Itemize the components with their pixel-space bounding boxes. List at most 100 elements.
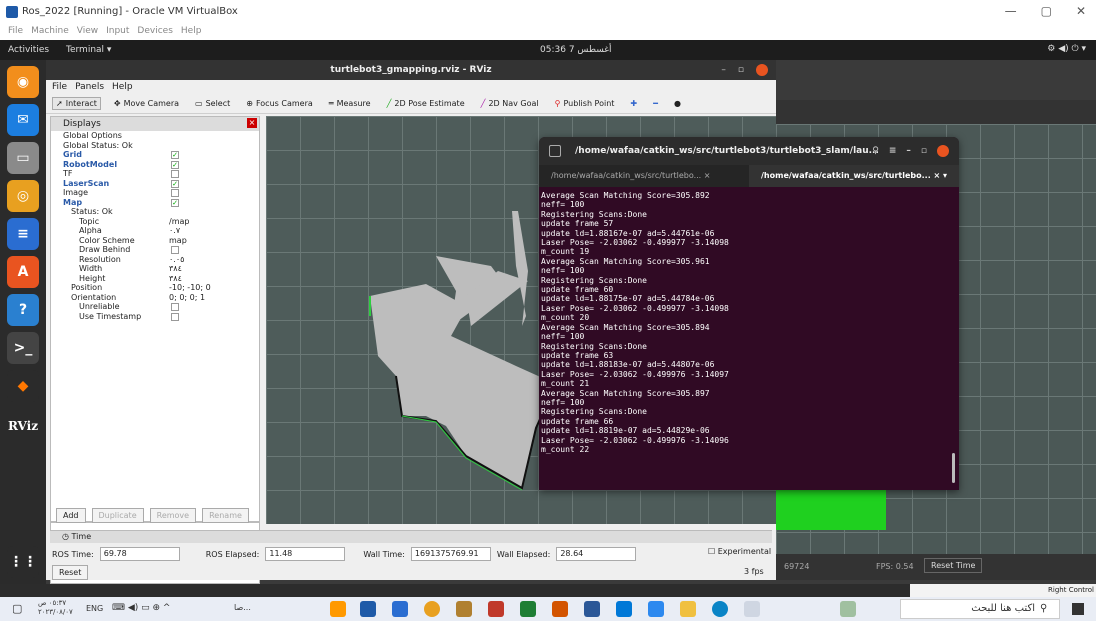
display-tree-row[interactable]: RobotModel ✓ [51, 160, 259, 170]
publish-point-tool[interactable]: ⚲ Publish Point [552, 98, 618, 109]
display-enable-checkbox[interactable] [171, 170, 179, 178]
ubuntu-clock[interactable]: 05:36 أغسطس 7 [540, 45, 612, 55]
display-enable-checkbox[interactable]: ✓ [171, 179, 179, 188]
tabs-dropdown-icon[interactable]: ▾ [943, 171, 947, 180]
display-tree-value[interactable]: ٠.٧ [169, 226, 180, 236]
remove-display-button[interactable]: Remove [149, 508, 197, 523]
rviz-minimize-button[interactable]: – [721, 60, 726, 80]
menu-input[interactable]: Input [106, 26, 129, 40]
rviz-menu-file[interactable]: File [52, 80, 67, 94]
windows-start-icon[interactable] [1072, 603, 1084, 615]
display-enable-checkbox[interactable]: ✓ [171, 151, 179, 159]
ros-time-field[interactable]: 69.78 [99, 547, 180, 561]
display-tree-row[interactable]: Image [51, 188, 259, 198]
ros-elapsed-field[interactable]: 11.48 [265, 547, 346, 561]
taskbar-app-5[interactable] [456, 601, 472, 617]
language-indicator[interactable]: ENG [86, 604, 103, 613]
show-apps-icon[interactable]: ⋮⋮ [7, 546, 39, 578]
terminal-scrollbar[interactable] [952, 453, 955, 483]
taskbar-search-input[interactable]: اكتب هنا للبحث [900, 599, 1060, 619]
display-tree-row[interactable]: Unreliable [51, 302, 259, 312]
firefox-icon[interactable]: ◉ [7, 66, 39, 98]
add-display-button[interactable]: Add [56, 508, 86, 523]
interact-tool[interactable]: ➚ Interact [52, 97, 101, 110]
display-enable-checkbox[interactable]: ✓ [171, 198, 179, 207]
minimize-button[interactable]: — [1005, 4, 1017, 18]
menu-file[interactable]: File [8, 26, 23, 40]
display-tree-value[interactable]: /map [169, 217, 189, 227]
experimental-checkbox[interactable]: ☐ Experimental [708, 547, 771, 556]
menu-help[interactable]: Help [181, 26, 202, 40]
display-tree-row[interactable]: LaserScan ✓ [51, 179, 259, 189]
terminal-search-icon[interactable]: ⚲ [872, 137, 879, 165]
display-tree-row[interactable]: Map ✓ [51, 198, 259, 208]
display-enable-checkbox[interactable] [171, 303, 179, 311]
menu-view[interactable]: View [77, 26, 98, 40]
duplicate-display-button[interactable]: Duplicate [91, 508, 144, 523]
display-tree-row[interactable]: Resolution ٠.٠٥ [51, 255, 259, 265]
new-tab-icon[interactable] [549, 145, 561, 157]
terminal-app-menu[interactable]: Terminal ▾ [66, 45, 111, 55]
display-tree-value[interactable]: ٠.٠٥ [169, 255, 184, 265]
display-enable-checkbox[interactable] [171, 312, 179, 321]
weather-widget[interactable]: صا... [234, 603, 251, 612]
select-tool[interactable]: ▭ Select [192, 98, 233, 109]
add-tool-button[interactable]: ✚ [627, 98, 640, 109]
tab-1-close-icon[interactable]: × [704, 171, 711, 180]
rviz-icon[interactable]: RViz [7, 410, 39, 442]
tool-properties-button[interactable]: ● [671, 98, 684, 109]
taskbar-app-1[interactable] [330, 601, 346, 617]
taskbar-word-icon[interactable] [584, 601, 600, 617]
terminal-tab-1[interactable]: /home/wafaa/catkin_ws/src/turtlebo... × [539, 165, 749, 187]
taskbar-access-icon[interactable] [488, 601, 504, 617]
display-tree-value[interactable]: -10; -10; 0 [169, 283, 211, 293]
wall-time-field[interactable]: 1691375769.91 [410, 547, 491, 561]
display-tree-row[interactable]: Use Timestamp [51, 312, 259, 322]
taskbar-excel-icon[interactable] [520, 601, 536, 617]
displays-close-button[interactable]: × [247, 118, 257, 128]
tab-2-close-icon[interactable]: × [934, 171, 941, 180]
notifications-icon[interactable]: ▢ [12, 602, 22, 615]
rhythmbox-icon[interactable]: ◎ [7, 180, 39, 212]
display-tree-row[interactable]: Width ٣٨٤ [51, 264, 259, 274]
menu-machine[interactable]: Machine [31, 26, 69, 40]
rviz-maximize-button[interactable]: ▫ [738, 60, 744, 80]
display-tree-row[interactable]: Alpha ٠.٧ [51, 226, 259, 236]
display-tree-row[interactable]: Position -10; -10; 0 [51, 283, 259, 293]
focus-camera-tool[interactable]: ⊕ Focus Camera [243, 98, 316, 109]
display-tree-row[interactable]: Topic/map [51, 217, 259, 227]
maximize-button[interactable]: ▢ [1041, 4, 1052, 18]
thunderbird-icon[interactable]: ✉ [7, 104, 39, 136]
terminal-menu-icon[interactable]: ≡ [889, 137, 897, 165]
taskbar-app-3[interactable] [392, 601, 408, 617]
rviz-close-button[interactable] [756, 64, 768, 76]
taskbar-powerpoint-icon[interactable] [552, 601, 568, 617]
terminal-icon[interactable]: >_ [7, 332, 39, 364]
display-tree-row[interactable]: Grid ✓ [51, 150, 259, 160]
system-tray[interactable]: ⚙ ◀) ⏻ ▾ [1047, 44, 1086, 54]
terminal-maximize-button[interactable]: ▫ [921, 137, 927, 165]
remove-tool-button[interactable]: ━ [650, 98, 661, 109]
writer-icon[interactable]: ≡ [7, 218, 39, 250]
nav-goal-tool[interactable]: ╱ 2D Nav Goal [478, 98, 542, 109]
display-tree-row[interactable]: Global Status: Ok [51, 141, 259, 151]
rename-display-button[interactable]: Rename [202, 508, 249, 523]
measure-tool[interactable]: ═ Measure [326, 98, 374, 109]
taskbar-virtualbox-icon[interactable] [360, 601, 376, 617]
display-enable-checkbox[interactable] [171, 246, 179, 254]
taskbar-mail-icon[interactable] [616, 601, 632, 617]
close-button[interactable]: ✕ [1076, 4, 1086, 18]
taskbar-taskview-icon[interactable] [744, 601, 760, 617]
terminal-tab-2[interactable]: /home/wafaa/catkin_ws/src/turtlebo... × … [749, 165, 959, 187]
activities-button[interactable]: Activities [8, 45, 49, 55]
help-icon[interactable]: ? [7, 294, 39, 326]
tray-icons[interactable]: ⌨ ◀) ▭ ⊕ ^ [112, 603, 170, 613]
rviz-menu-panels[interactable]: Panels [75, 80, 104, 94]
wall-elapsed-field[interactable]: 28.64 [556, 547, 637, 561]
taskbar-edge-icon[interactable] [712, 601, 728, 617]
taskbar-store-icon[interactable] [648, 601, 664, 617]
reset-button[interactable]: Reset [52, 565, 89, 580]
display-tree-row[interactable]: Orientation 0; 0; 0; 1 [51, 293, 259, 303]
taskbar-clock[interactable]: ٠٥:٣٧ ص ٢٠٢٣/٠٨/٠٧ [38, 599, 73, 617]
display-tree-value[interactable]: ٣٨٤ [169, 274, 182, 284]
